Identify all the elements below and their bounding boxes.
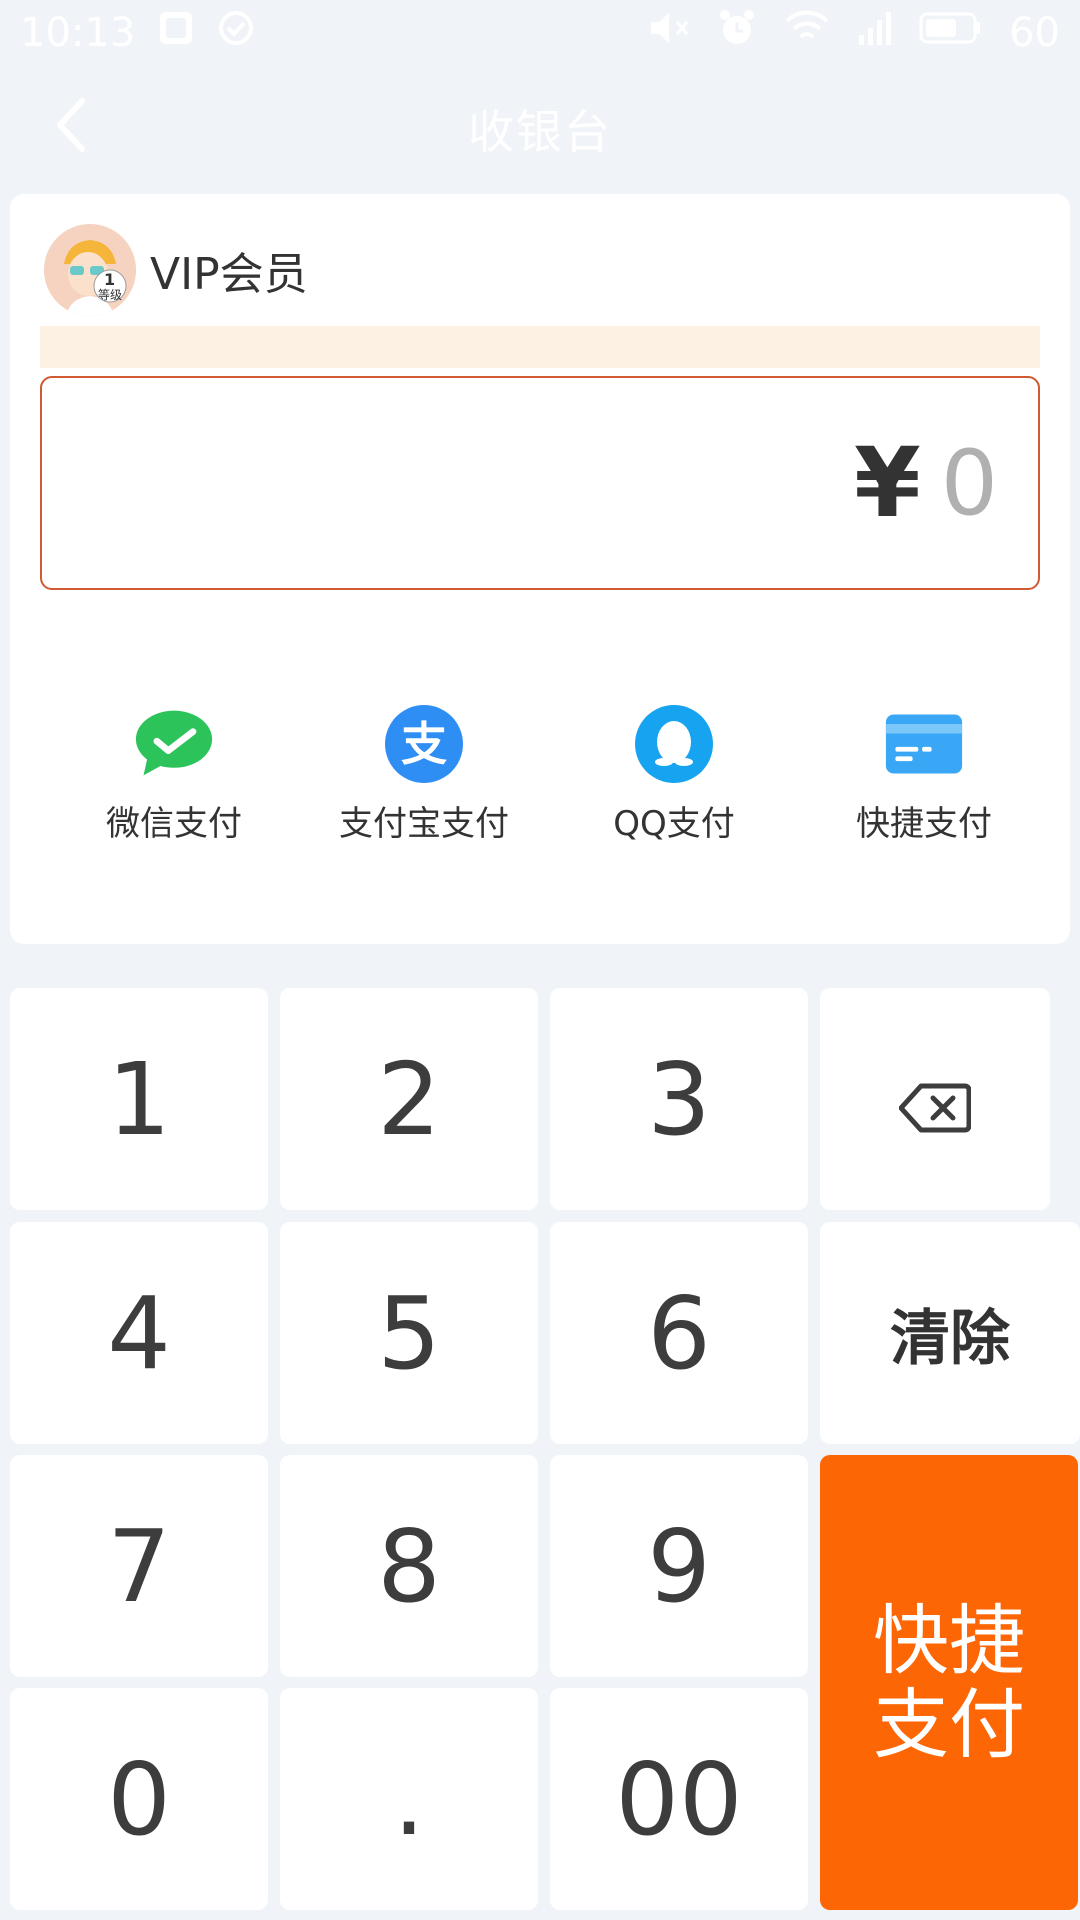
pay-method-qq[interactable]: QQ支付 — [554, 704, 794, 845]
nav-bar: 收银台 — [0, 66, 1080, 192]
pay-method-wechat[interactable]: 微信支付 — [54, 704, 294, 845]
key-0[interactable]: 0 — [10, 1688, 268, 1910]
alipay-icon: 支 — [384, 704, 464, 784]
pay-method-label: 微信支付 — [106, 804, 242, 844]
pay-method-quick[interactable]: 快捷支付 — [804, 704, 1044, 845]
check-circle-icon — [217, 9, 255, 57]
key-9[interactable]: 9 — [550, 1455, 808, 1677]
backspace-button[interactable] — [820, 988, 1050, 1210]
key-8[interactable]: 8 — [280, 1455, 538, 1677]
member-name: VIP会员 — [150, 249, 308, 300]
key-00[interactable]: 00 — [550, 1688, 808, 1910]
backspace-icon — [898, 1041, 972, 1158]
key-5[interactable]: 5 — [280, 1222, 538, 1444]
wifi-icon — [783, 9, 831, 57]
level-badge-text: 等级 — [98, 288, 123, 302]
pay-method-label: 支付宝支付 — [339, 804, 509, 844]
quick-pay-label-line1: 快捷 — [873, 1595, 1025, 1685]
key-4[interactable]: 4 — [10, 1222, 268, 1444]
currency-symbol: ¥ — [853, 427, 921, 539]
battery-icon — [919, 10, 983, 56]
page-title: 收银台 — [468, 105, 612, 159]
clear-button[interactable]: 清除 — [820, 1222, 1080, 1444]
svg-text:支: 支 — [401, 717, 447, 771]
quick-pay-label-line2: 支付 — [873, 1679, 1025, 1769]
key-6[interactable]: 6 — [550, 1222, 808, 1444]
notice-bar — [40, 326, 1040, 368]
pay-method-alipay[interactable]: 支 支付宝支付 — [304, 704, 544, 845]
battery-level: 60 — [1009, 10, 1060, 56]
photo-icon — [157, 9, 195, 57]
avatar: 1 等级 — [44, 224, 136, 316]
card-icon — [884, 704, 964, 784]
mute-icon — [647, 9, 691, 57]
pay-method-label: 快捷支付 — [856, 804, 992, 844]
back-button[interactable] — [40, 92, 100, 162]
key-1[interactable]: 1 — [10, 988, 268, 1210]
qq-icon — [634, 704, 714, 784]
key-7[interactable]: 7 — [10, 1455, 268, 1677]
alarm-icon — [717, 8, 757, 58]
quick-pay-button[interactable]: 快捷 支付 — [820, 1455, 1078, 1910]
status-time: 10:13 — [20, 10, 136, 56]
amount-input[interactable]: ¥ 0 — [40, 376, 1040, 590]
amount-value: 0 — [940, 430, 998, 536]
signal-icon — [857, 9, 893, 57]
checkout-card: 1 等级 VIP会员 ¥ 0 微信支付 支 支付宝支付 QQ支付 快捷支付 — [10, 194, 1070, 944]
key-dot[interactable]: . — [280, 1688, 538, 1910]
chevron-left-icon — [50, 95, 90, 159]
member-info: 1 等级 VIP会员 — [44, 224, 308, 316]
key-2[interactable]: 2 — [280, 988, 538, 1210]
payment-methods: 微信支付 支 支付宝支付 QQ支付 快捷支付 — [10, 704, 1070, 854]
wechat-icon — [134, 704, 214, 784]
status-bar: 10:13 60 — [0, 0, 1080, 66]
pay-method-label: QQ支付 — [613, 804, 735, 844]
key-3[interactable]: 3 — [550, 988, 808, 1210]
